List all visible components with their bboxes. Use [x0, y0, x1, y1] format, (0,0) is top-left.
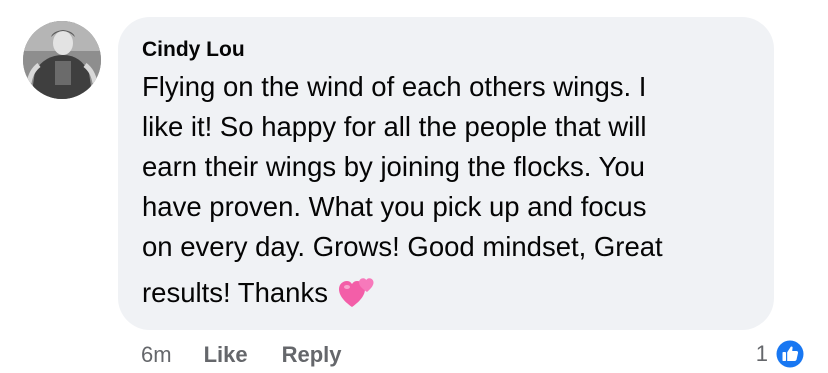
comment-text: Flying on the wind of each others wings.…	[142, 67, 762, 313]
comment-text-line: like it! So happy for all the people tha…	[142, 111, 647, 142]
like-button[interactable]: Like	[204, 342, 248, 368]
comment-bubble: Cindy Lou Flying on the wind of each oth…	[118, 17, 774, 330]
comment-text-line: on every day. Grows! Good mindset, Great	[142, 231, 663, 262]
avatar[interactable]	[23, 21, 101, 99]
reply-button[interactable]: Reply	[282, 342, 342, 368]
comment-timestamp[interactable]: 6m	[141, 342, 172, 368]
two-hearts-icon	[338, 278, 374, 307]
reaction-count: 1	[755, 341, 768, 366]
avatar-photo	[23, 21, 101, 99]
comment-text-last: results! Thanks	[142, 277, 328, 308]
comment-text-line: earn their wings by joining the flocks. …	[142, 151, 645, 182]
comment-text-line: results! Thanks	[142, 273, 762, 313]
like-icon	[775, 339, 805, 369]
comment-author[interactable]: Cindy Lou	[142, 37, 750, 63]
reaction-summary[interactable]: 1	[756, 337, 806, 371]
comment-actions: 6m Like Reply	[141, 340, 376, 370]
comment-text-line: have proven. What you pick up and focus	[142, 191, 647, 222]
comment-text-line: Flying on the wind of each others wings.…	[142, 71, 647, 102]
